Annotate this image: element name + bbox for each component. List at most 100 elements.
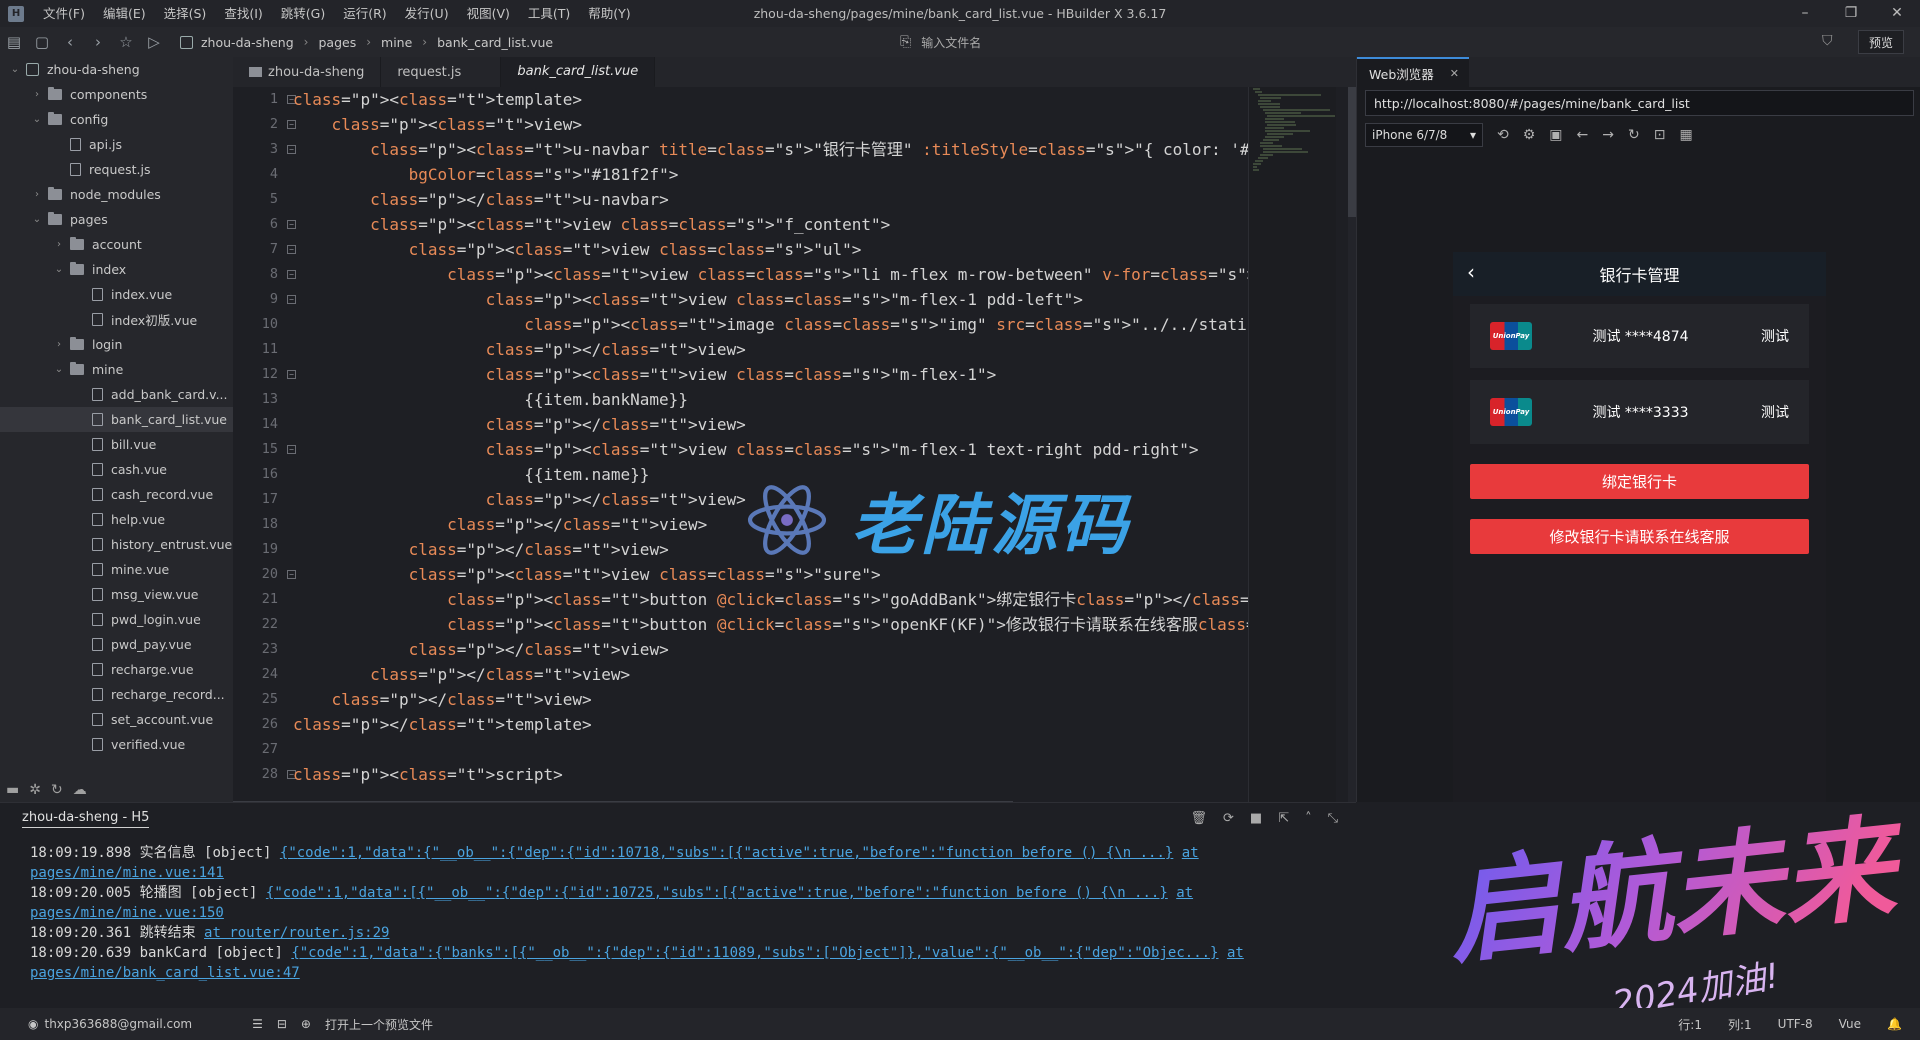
tree-item[interactable]: recharge.vue (0, 657, 233, 682)
bind-card-button[interactable]: 绑定银行卡 (1470, 464, 1809, 499)
chevron-right-icon[interactable]: › (52, 239, 66, 250)
editor-tab[interactable]: bank_card_list.vue (501, 57, 656, 87)
tree-item[interactable]: api.js (0, 132, 233, 157)
lock-icon[interactable]: ⊡ (1654, 127, 1666, 143)
tree-item[interactable]: › node_modules (0, 182, 233, 207)
tree-item[interactable]: verified.vue (0, 732, 233, 757)
code-line[interactable]: class="p"><class="t">script> (293, 762, 1248, 787)
vertical-scrollbar[interactable] (1348, 87, 1356, 802)
contact-service-button[interactable]: 修改银行卡请联系在线客服 (1470, 519, 1809, 554)
tree-item[interactable]: history_entrust.vue (0, 532, 233, 557)
folder-icon[interactable]: ▬ (6, 782, 19, 798)
restart-icon[interactable]: ⟳ (1223, 811, 1234, 826)
log-object-link[interactable]: {"code":1,"data":{"__ob__":{"dep":{"id":… (280, 845, 1173, 861)
tree-item[interactable]: bill.vue (0, 432, 233, 457)
chevron-up-icon[interactable]: ˄ (1305, 811, 1312, 826)
run-icon[interactable]: ▷ (140, 33, 168, 51)
open-prev-preview[interactable]: 打开上一个预览文件 (325, 1016, 433, 1033)
editor-tab[interactable]: request.js (381, 57, 502, 87)
code-line[interactable]: class="p"><class="t">button @click=class… (293, 587, 1248, 612)
chevron-right-icon[interactable]: › (52, 339, 66, 350)
account-status[interactable]: ◉ thxp363688@gmail.com (28, 1017, 192, 1031)
menu-item[interactable]: 跳转(G) (272, 0, 334, 27)
code-line[interactable]: class="p"></class="t">view> (293, 637, 1248, 662)
back-icon[interactable]: ‹ (56, 33, 84, 51)
stop-icon[interactable]: ■ (1250, 811, 1262, 826)
menu-item[interactable]: 视图(V) (458, 0, 519, 27)
back-arrow-icon[interactable]: ‹ (1467, 260, 1475, 284)
code-line[interactable]: class="p"><class="t">view class=class="s… (293, 437, 1248, 462)
arrow-right-icon[interactable]: → (1602, 127, 1614, 143)
language-mode[interactable]: Vue (1839, 1017, 1861, 1031)
collapse-icon[interactable]: ⤡ (1328, 811, 1338, 826)
save-icon[interactable]: ▢ (28, 33, 56, 51)
filter-icon[interactable]: ⛉ (1822, 33, 1833, 49)
breadcrumb-item[interactable]: mine (381, 35, 412, 50)
code-line[interactable]: class="p"><class="t">view class=class="s… (293, 287, 1248, 312)
chevron-down-icon[interactable]: ⌄ (52, 364, 66, 375)
chevron-down-icon[interactable]: ⌄ (30, 114, 44, 125)
cursor-row[interactable]: 行:1 (1678, 1016, 1702, 1033)
bank-card-item[interactable]: UnionPay 测试 ****3333 测试 (1470, 380, 1809, 444)
code-line[interactable]: class="p"></class="t">u-navbar> (293, 187, 1248, 212)
menu-item[interactable]: 工具(T) (519, 0, 579, 27)
close-icon[interactable]: ✕ (1874, 0, 1920, 27)
terminal-icon[interactable]: ⊟ (277, 1017, 287, 1031)
tree-item[interactable]: pwd_login.vue (0, 607, 233, 632)
editor-tab[interactable]: zhou-da-sheng (233, 57, 382, 87)
log-source-link[interactable]: at router/router.js:29 (204, 925, 389, 941)
code-line[interactable]: {{item.bankName}} (293, 387, 1248, 412)
log-object-link[interactable]: {"code":1,"data":{"banks":[{"__ob__":{"d… (291, 945, 1218, 961)
tree-item[interactable]: recharge_record... (0, 682, 233, 707)
menu-item[interactable]: 编辑(E) (94, 0, 155, 27)
code-editor[interactable]: 1−2−3− 4 5 6−7−8−9− 10 11 12− 13 14 15− 16 17 18 19 20… (233, 87, 1356, 802)
menu-item[interactable]: 帮助(Y) (579, 0, 639, 27)
code-line[interactable]: class="p"><class="t">view class=class="s… (293, 362, 1248, 387)
tree-item[interactable]: cash_record.vue (0, 482, 233, 507)
code-line[interactable]: class="p"></class="t">view> (293, 662, 1248, 687)
tree-item[interactable]: set_account.vue (0, 707, 233, 732)
code-line[interactable]: bgColor=class="s">"#181f2f"> (293, 162, 1248, 187)
screenshot-icon[interactable]: ▣ (1549, 127, 1562, 143)
code-line[interactable]: class="p"><class="t">u-navbar title=clas… (293, 137, 1248, 162)
tree-item[interactable]: add_bank_card.v... (0, 382, 233, 407)
qrcode-icon[interactable]: ▦ (1679, 127, 1692, 143)
cursor-col[interactable]: 列:1 (1728, 1016, 1752, 1033)
chevron-down-icon[interactable]: ⌄ (30, 214, 44, 225)
code-line[interactable] (293, 737, 1248, 762)
forward-icon[interactable]: › (84, 33, 112, 51)
arrow-left-icon[interactable]: ← (1577, 127, 1589, 143)
globe-icon[interactable]: ⊕ (301, 1017, 311, 1031)
menu-item[interactable]: 发行(U) (396, 0, 458, 27)
export-icon[interactable]: ⇱ (1278, 811, 1289, 826)
tree-item[interactable]: ⌄ pages (0, 207, 233, 232)
breadcrumb-item[interactable]: zhou-da-sheng (201, 35, 294, 50)
console-title[interactable]: zhou-da-sheng - H5 (22, 810, 150, 828)
minimap[interactable] (1248, 87, 1336, 802)
tree-item[interactable]: help.vue (0, 507, 233, 532)
tree-item[interactable]: ⌄ index (0, 257, 233, 282)
tree-item[interactable]: ⌄ mine (0, 357, 233, 382)
chevron-right-icon[interactable]: › (30, 189, 44, 200)
list-icon[interactable]: ☰ (252, 1017, 263, 1031)
code-line[interactable]: class="p"></class="t">template> (293, 712, 1248, 737)
tree-item[interactable]: › login (0, 332, 233, 357)
tree-item[interactable]: cash.vue (0, 457, 233, 482)
code-line[interactable]: class="p"><class="t">view class=class="s… (293, 212, 1248, 237)
tree-item[interactable]: › account (0, 232, 233, 257)
reload-icon[interactable]: ↻ (1628, 127, 1640, 143)
tree-item[interactable]: pwd_pay.vue (0, 632, 233, 657)
log-object-link[interactable]: {"code":1,"data":[{"__ob__":{"dep":{"id"… (266, 885, 1168, 901)
browser-tab[interactable]: Web浏览器 ✕ (1357, 57, 1469, 87)
restore-icon[interactable]: ❐ (1828, 0, 1874, 27)
breadcrumb-item[interactable]: pages (318, 35, 356, 50)
breadcrumb-item[interactable]: bank_card_list.vue (437, 35, 553, 50)
code-line[interactable]: class="p"><class="t">button @click=class… (293, 612, 1248, 637)
tree-item[interactable]: bank_card_list.vue (0, 407, 233, 432)
code-line[interactable]: class="p"><class="t">image class=class="… (293, 312, 1248, 337)
chevron-down-icon[interactable]: ⌄ (52, 264, 66, 275)
refresh-icon[interactable]: ↻ (51, 782, 63, 798)
menu-item[interactable]: 文件(F) (34, 0, 94, 27)
code-line[interactable]: class="p"></class="t">view> (293, 687, 1248, 712)
code-line[interactable]: class="p"></class="t">view> (293, 337, 1248, 362)
